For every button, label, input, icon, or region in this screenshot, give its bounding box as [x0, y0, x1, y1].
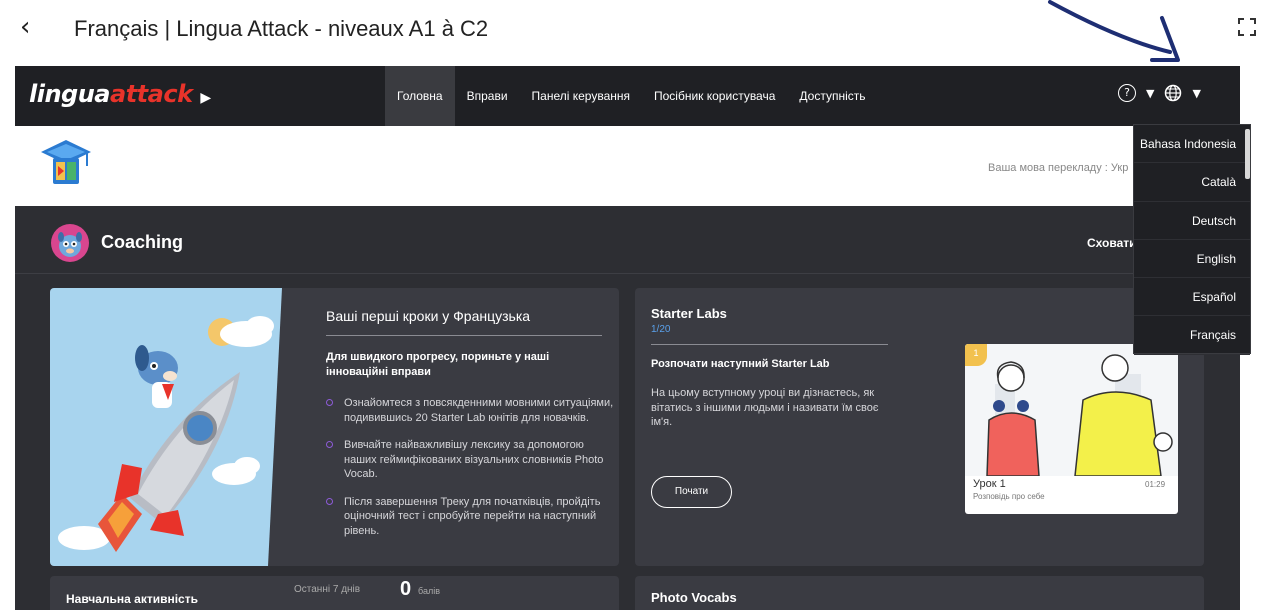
language-option-english[interactable]: English: [1134, 240, 1250, 279]
lesson-title: Урок 1: [973, 478, 1006, 490]
nav-item-accessibility[interactable]: Доступність: [787, 66, 877, 126]
fullscreen-icon[interactable]: [1238, 18, 1256, 36]
page-title: Français | Lingua Attack - niveaux A1 à …: [74, 16, 489, 41]
nav-item-exercises[interactable]: Вправи: [455, 66, 520, 126]
first-steps-title: Ваші перші кроки у Французька: [326, 308, 531, 324]
back-chevron-icon[interactable]: ‹: [20, 14, 30, 40]
language-chevron-down-icon[interactable]: ▼: [1192, 87, 1200, 100]
logo-play-icon: ▶: [200, 90, 211, 106]
language-option-espanol[interactable]: Español: [1134, 278, 1250, 317]
language-dropdown: Bahasa Indonesia Català Deutsch English …: [1133, 124, 1251, 355]
main-navbar: linguaattack ▶ Головна Вправи Панелі кер…: [15, 66, 1240, 126]
first-steps-list: Ознайомтеся з повсякденними мовними ситу…: [326, 396, 616, 551]
bullet-circle-icon: [326, 399, 333, 406]
language-option-catala[interactable]: Català: [1134, 163, 1250, 202]
graduation-cap-icon: [41, 140, 91, 184]
dropdown-scrollbar[interactable]: [1245, 129, 1250, 179]
coaching-title: Coaching: [101, 232, 184, 252]
language-option-deutsch[interactable]: Deutsch: [1134, 202, 1250, 240]
nav-item-home[interactable]: Головна: [385, 66, 455, 126]
bullet-circle-icon: [326, 497, 333, 505]
lesson-subtitle: Розповідь про себе: [973, 492, 1045, 501]
activity-points: 0: [400, 578, 412, 600]
lesson-illustration: [965, 344, 1178, 476]
nav-item-dashboards[interactable]: Панелі керування: [520, 66, 642, 126]
first-steps-card: Ваші перші кроки у Французька Для швидко…: [50, 288, 619, 566]
activity-period: Останні 7 днів: [294, 584, 361, 595]
top-bar: ‹ Français | Lingua Attack - niveaux A1 …: [0, 0, 1266, 62]
list-item: Після завершення Треку для початківців, …: [326, 495, 616, 539]
lesson-number-badge: 1: [965, 344, 987, 366]
list-item: Ознайомтеся з повсякденними мовними ситу…: [326, 396, 616, 425]
divider: [326, 335, 602, 336]
app-frame: linguaattack ▶ Головна Вправи Панелі кер…: [15, 66, 1240, 610]
rocket-dog-illustration: [50, 288, 282, 566]
help-chevron-down-icon[interactable]: ▼: [1146, 87, 1154, 100]
translation-language-label[interactable]: Ваша мова перекладу : Укр: [988, 162, 1128, 174]
logo-text: lingua: [29, 80, 111, 108]
lesson-duration: 01:29: [1145, 480, 1166, 489]
coaching-header: Coaching Сховати: [15, 212, 1240, 274]
dog-mascot-icon: [58, 232, 82, 257]
learning-activity-card: Навчальна активність Останні 7 днів 0 ба…: [50, 576, 619, 610]
list-item: Вивчайте найважливішу лексику за допомог…: [326, 438, 616, 482]
list-item-text: Після завершення Треку для початківців, …: [344, 495, 601, 537]
photo-vocabs-title: Photo Vocabs: [651, 590, 737, 605]
language-option-bahasa-indonesia[interactable]: Bahasa Indonesia: [1134, 125, 1250, 164]
start-button[interactable]: Почати: [651, 476, 732, 508]
activity-title: Навчальна активність: [66, 592, 198, 606]
nav-icons: ? ▼ ▼: [1118, 84, 1201, 102]
activity-points-label: балів: [418, 586, 440, 596]
lesson-card[interactable]: 1 Урок 1 Розповідь про себе 01:29: [965, 344, 1178, 514]
hide-coaching-button[interactable]: Сховати: [1087, 236, 1137, 250]
first-steps-subtitle: Для швидкого прогресу, пориньте у наші і…: [326, 351, 550, 378]
nav-item-user-guide[interactable]: Посібник користувача: [642, 66, 787, 126]
help-icon[interactable]: ?: [1118, 84, 1136, 102]
list-item-text: Вивчайте найважливішу лексику за допомог…: [344, 439, 604, 480]
photo-vocabs-card: Photo Vocabs: [635, 576, 1204, 610]
coach-avatar: [51, 224, 89, 262]
bullet-circle-icon: [326, 441, 333, 448]
starter-labs-progress: 1/20: [651, 324, 671, 335]
lingua-attack-logo[interactable]: linguaattack ▶: [29, 80, 211, 108]
list-item-text: Ознайомтеся з повсякденними мовними ситу…: [344, 397, 614, 424]
nav-menu: Головна Вправи Панелі керування Посібник…: [385, 66, 878, 126]
starter-labs-subtitle: Розпочати наступний Starter Lab: [651, 358, 830, 370]
language-option-francais[interactable]: Français: [1134, 316, 1250, 355]
starter-labs-card: Starter Labs 1/20 Розпочати наступний St…: [635, 288, 1204, 566]
logo-accent-text: attack: [110, 80, 193, 108]
starter-labs-title: Starter Labs: [651, 306, 727, 321]
starter-labs-description: На цьому вступному уроці ви дізнаєтесь, …: [651, 387, 879, 428]
divider: [651, 344, 888, 345]
subheader: Ваша мова перекладу : Укр: [15, 126, 1240, 206]
globe-icon[interactable]: [1164, 84, 1182, 102]
